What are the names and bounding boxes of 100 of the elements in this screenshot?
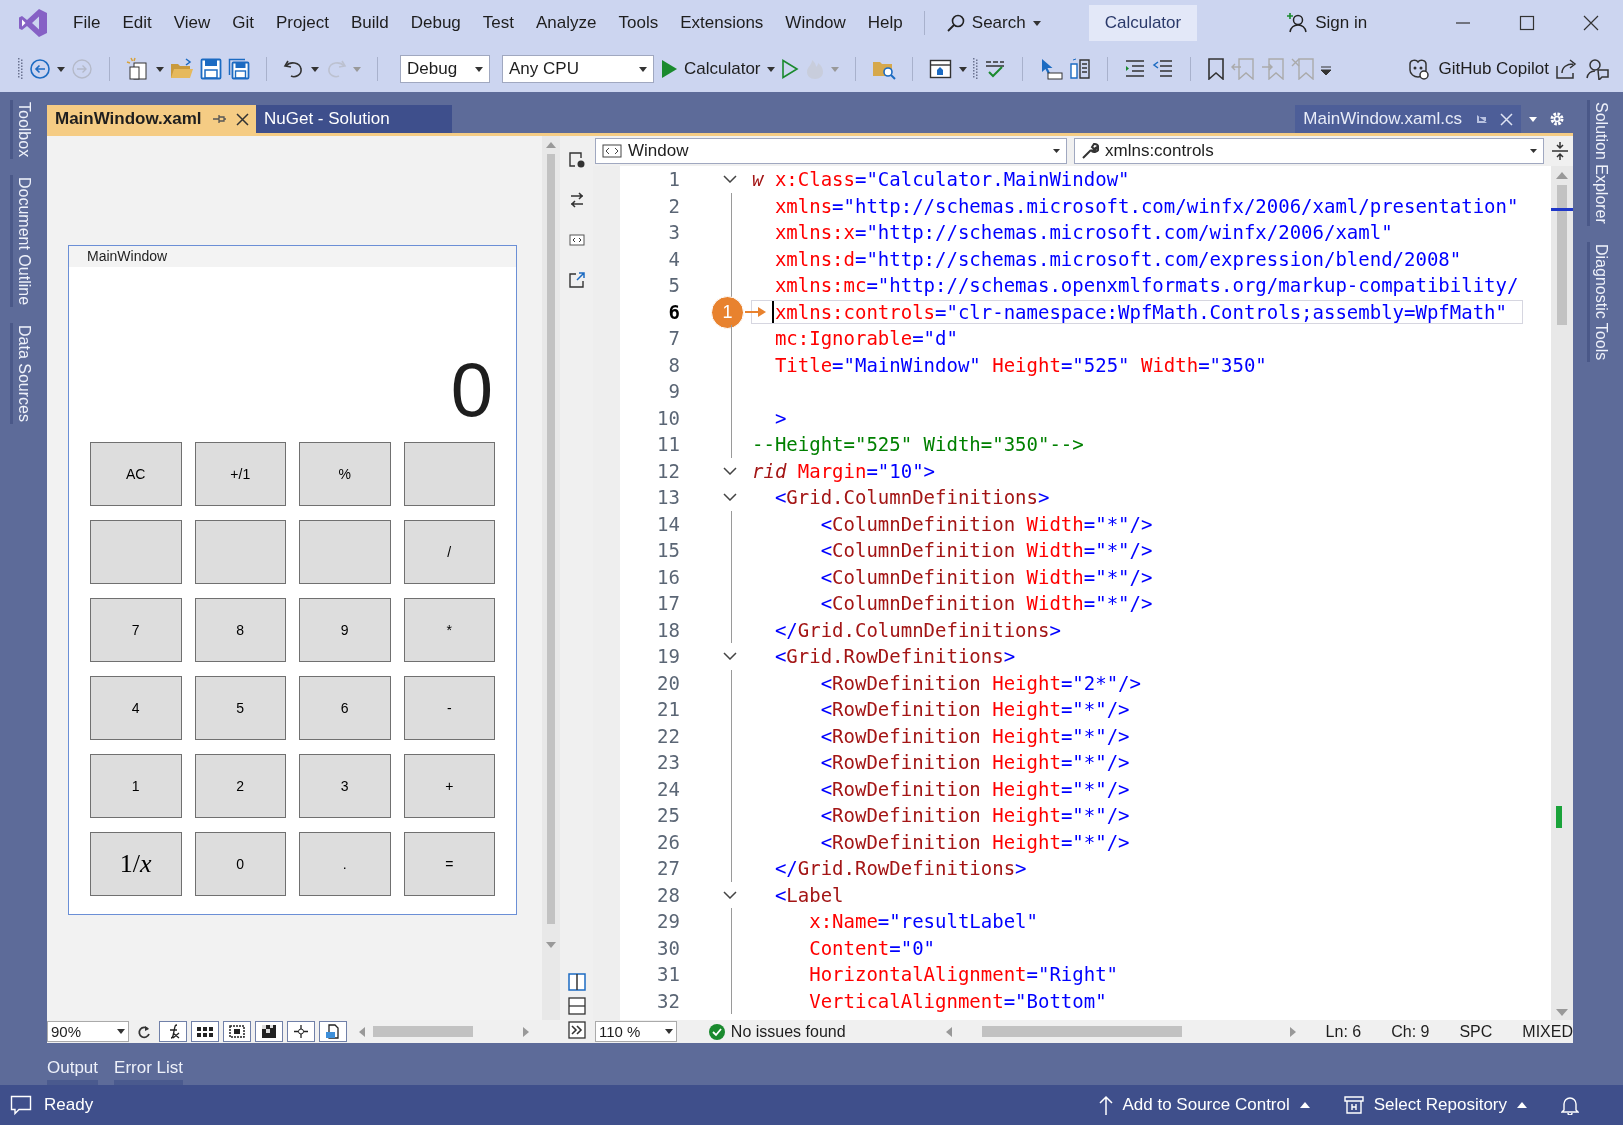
tool-window-tab[interactable]: Document Outline (10, 175, 35, 308)
keypad-button[interactable]: 0 (194, 832, 286, 896)
spell-check-icon[interactable] (983, 58, 1006, 80)
toolbar-grip-icon[interactable] (18, 57, 23, 81)
toolbar-grip-icon[interactable] (972, 57, 978, 81)
dropdown-caret-icon[interactable] (57, 66, 65, 72)
scroll-thumb[interactable] (547, 154, 555, 924)
keypad-button[interactable]: AC (90, 442, 182, 506)
keypad-button[interactable]: % (299, 442, 391, 506)
start-button[interactable]: Calculator (684, 59, 761, 79)
swap-panes-icon[interactable] (568, 192, 585, 208)
menu-item[interactable]: File (62, 9, 112, 37)
dropdown-caret-icon[interactable] (958, 66, 967, 72)
document-tab[interactable]: NuGet - Solution (256, 105, 452, 133)
dropdown-caret-icon[interactable] (156, 66, 164, 72)
feedback-icon[interactable] (1585, 58, 1609, 80)
copilot-button[interactable]: GitHub Copilot (1406, 58, 1549, 80)
expand-pane-icon[interactable] (567, 1021, 586, 1039)
keypad-button[interactable] (403, 442, 495, 506)
menu-item[interactable]: Edit (111, 9, 163, 37)
column-position[interactable]: Ch: 9 (1391, 1022, 1430, 1041)
indent-icon[interactable] (1123, 59, 1146, 79)
keypad-button[interactable]: 5 (194, 676, 286, 740)
refresh-icon[interactable] (137, 1024, 151, 1039)
play-outline-icon[interactable] (780, 59, 799, 79)
keypad-button[interactable]: . (299, 832, 391, 896)
type-dropdown[interactable]: Window (595, 138, 1067, 164)
scroll-thumb[interactable] (373, 1026, 473, 1037)
chat-icon[interactable] (10, 1094, 32, 1116)
columns-icon[interactable] (1068, 58, 1091, 80)
collapse-chevron-icon[interactable] (723, 652, 737, 661)
tool-window-tab[interactable]: Toolbox (10, 100, 35, 160)
settings-icon[interactable] (1549, 111, 1565, 127)
window-icon[interactable] (928, 58, 953, 80)
bookmark-icon[interactable] (1206, 58, 1225, 80)
close-icon[interactable] (1583, 15, 1599, 31)
menu-item[interactable]: Help (856, 9, 914, 37)
keypad-button[interactable]: 8 (194, 598, 286, 662)
horizontal-scrollbar[interactable] (359, 1026, 529, 1037)
keypad-button[interactable]: 2 (194, 754, 286, 818)
keypad-button[interactable] (194, 520, 286, 584)
source-control-button[interactable]: Add to Source Control (1098, 1095, 1310, 1115)
scroll-thumb[interactable] (981, 1026, 1182, 1037)
line-position[interactable]: Ln: 6 (1325, 1022, 1362, 1041)
menu-item[interactable]: Window (774, 9, 857, 37)
dropdown-caret-icon[interactable] (766, 66, 775, 72)
play-icon[interactable] (660, 59, 678, 79)
menu-item[interactable]: Analyze (525, 9, 608, 37)
menu-item[interactable]: Build (339, 9, 400, 37)
new-item-icon[interactable] (126, 57, 150, 81)
configuration-dropdown[interactable]: Debug (400, 55, 490, 83)
collapse-chevron-icon[interactable] (723, 175, 737, 184)
snap-lines-icon[interactable] (291, 1024, 311, 1039)
vertical-split-icon[interactable] (567, 973, 586, 991)
overflow-icon[interactable] (1320, 63, 1331, 75)
keypad-button[interactable]: 4 (90, 676, 182, 740)
pin-icon[interactable] (1474, 112, 1488, 126)
keypad-button[interactable]: 7 (90, 598, 182, 662)
tool-window-tab[interactable]: Diagnostic Tools (1586, 241, 1612, 363)
menu-item[interactable]: Git (221, 9, 265, 37)
platform-dropdown[interactable]: Any CPU (502, 55, 654, 83)
close-icon[interactable] (235, 112, 249, 126)
issues-status[interactable]: No issues found (730, 1022, 846, 1041)
save-all-icon[interactable] (228, 58, 250, 80)
zoom-dropdown[interactable]: 90% (47, 1021, 129, 1042)
keypad-button[interactable]: +/1 (194, 442, 286, 506)
back-icon[interactable] (29, 58, 51, 80)
snap-grid-icon[interactable] (227, 1024, 247, 1039)
grid-icon[interactable] (195, 1024, 215, 1039)
tool-window-tab[interactable]: Data Sources (10, 323, 35, 425)
design-view-icon[interactable] (568, 152, 585, 168)
keypad-button[interactable]: 1/x (90, 832, 182, 896)
popout-icon[interactable] (568, 272, 585, 288)
collapse-chevron-icon[interactable] (723, 890, 737, 899)
member-dropdown[interactable]: xmlns:controls (1074, 138, 1544, 164)
search-button[interactable]: Search (938, 9, 1049, 37)
share-icon[interactable] (1555, 58, 1579, 80)
vertical-scrollbar[interactable] (542, 136, 560, 1020)
document-tab[interactable]: MainWindow.xaml (47, 105, 256, 133)
whitespace-indicator[interactable]: SPC (1459, 1022, 1493, 1041)
keypad-button[interactable]: + (403, 754, 495, 818)
keypad-button[interactable]: 6 (299, 676, 391, 740)
sign-in-button[interactable]: Sign in (1287, 13, 1368, 33)
undo-icon[interactable] (283, 58, 305, 80)
menu-item[interactable]: Debug (399, 9, 472, 37)
maximize-icon[interactable] (1519, 15, 1535, 31)
menu-item[interactable]: Extensions (669, 9, 775, 37)
pin-icon[interactable] (211, 112, 226, 126)
line-endings-indicator[interactable]: MIXED (1522, 1022, 1573, 1041)
split-editor-icon[interactable] (1551, 141, 1569, 161)
keypad-button[interactable]: 3 (299, 754, 391, 818)
scroll-thumb[interactable] (1557, 185, 1567, 325)
outdent-icon[interactable] (1151, 59, 1174, 79)
menu-item[interactable]: View (162, 9, 222, 37)
collapse-chevron-icon[interactable] (723, 466, 737, 475)
vertical-scrollbar[interactable] (1551, 166, 1573, 1020)
keypad-button[interactable]: * (403, 598, 495, 662)
keypad-button[interactable]: / (403, 520, 495, 584)
tab-list-caret-icon[interactable] (1529, 116, 1537, 122)
keypad-button[interactable]: 1 (90, 754, 182, 818)
